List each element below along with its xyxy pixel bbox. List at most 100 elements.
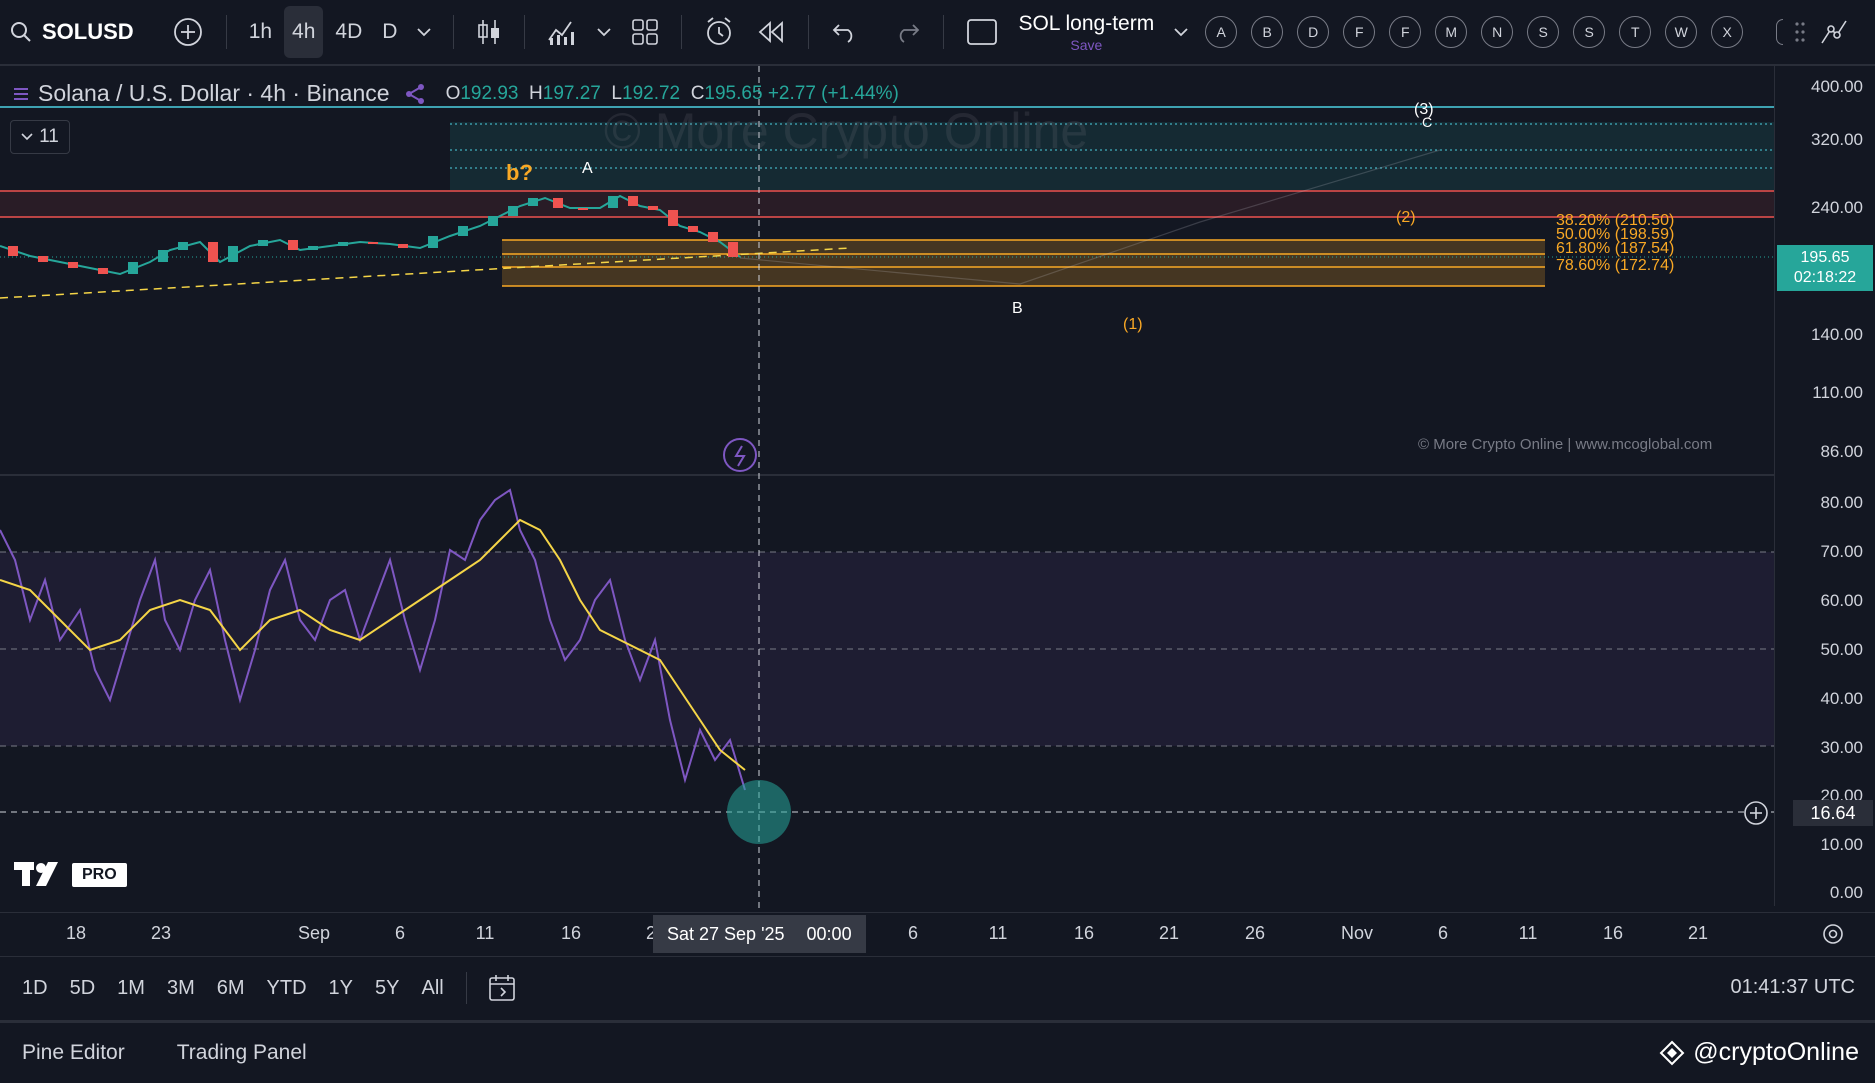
wave-label-b-question[interactable]: b? <box>506 160 533 186</box>
chevron-down-icon <box>417 27 432 37</box>
quick-letter-s-8[interactable]: S <box>1573 16 1606 48</box>
quick-letter-d-2[interactable]: D <box>1297 16 1330 48</box>
drag-handle-icon[interactable] <box>1795 20 1805 44</box>
candle-27 <box>708 232 718 242</box>
candle-21 <box>578 208 588 210</box>
tab-pine-editor[interactable]: Pine Editor <box>22 1041 125 1065</box>
redo-button[interactable] <box>885 6 929 58</box>
range-1y[interactable]: 1Y <box>329 977 353 1000</box>
range-all[interactable]: All <box>421 977 443 1000</box>
price-scale[interactable]: 400.00 320.00 240.00 140.00 110.00 86.00… <box>1774 66 1875 906</box>
time-tick: Nov <box>1340 923 1374 943</box>
candle-23 <box>628 196 638 206</box>
candle-22 <box>608 196 618 208</box>
quick-letter-b-1[interactable]: B <box>1251 16 1284 48</box>
candle-5 <box>158 250 168 262</box>
chart-canvas[interactable] <box>0 66 1875 954</box>
rsi-tick: 80.00 <box>1820 493 1863 512</box>
range-5y[interactable]: 5Y <box>375 977 399 1000</box>
quick-letter-x-11[interactable]: X <box>1711 16 1744 48</box>
indicators-collapse-button[interactable]: 11 <box>10 120 70 154</box>
quick-letter-s-7[interactable]: S <box>1527 16 1560 48</box>
interval-4h[interactable]: 4h <box>284 6 324 58</box>
indicators-count: 11 <box>39 126 59 147</box>
layout-name-button[interactable]: SOL long-term Save <box>1008 13 1164 52</box>
settings-gear-icon[interactable] <box>1821 922 1845 946</box>
quick-letter-w-10[interactable]: W <box>1665 16 1698 48</box>
quick-letter-buttons: ABDFFMNSSTWX <box>1198 16 1750 48</box>
fullscreen-toggle[interactable] <box>958 6 1006 58</box>
high-label: H <box>523 82 543 104</box>
price-tick: 110.00 <box>1812 383 1863 402</box>
add-alert-plus-icon[interactable] <box>1743 800 1769 826</box>
time-tick: 6 <box>1437 923 1449 943</box>
date-range-bar: 1D 5D 1M 3M 6M YTD 1Y 5Y All 01:41:37 UT… <box>0 956 1875 1019</box>
quick-letter-m-5[interactable]: M <box>1435 16 1468 48</box>
interval-d[interactable]: D <box>374 6 405 58</box>
more-tools-edge[interactable] <box>1776 19 1784 45</box>
quick-letter-f-3[interactable]: F <box>1343 16 1376 48</box>
crosshair-value-tag: 16.64 <box>1793 800 1873 826</box>
quick-letter-n-6[interactable]: N <box>1481 16 1514 48</box>
range-6m[interactable]: 6M <box>217 977 245 1000</box>
time-axis[interactable]: 18 23 Sep 6 11 16 2 Sat 27 Sep '25 00:00… <box>0 912 1875 957</box>
range-3m[interactable]: 3M <box>167 977 195 1000</box>
interval-1h[interactable]: 1h <box>241 6 280 58</box>
channel-credit: @cryptoOnline <box>1659 1038 1859 1067</box>
quick-letter-t-9[interactable]: T <box>1619 16 1652 48</box>
undo-button[interactable] <box>823 6 867 58</box>
range-1d[interactable]: 1D <box>22 977 48 1000</box>
range-ytd[interactable]: YTD <box>267 977 307 1000</box>
candle-15 <box>428 236 438 248</box>
divider <box>943 15 945 49</box>
price-tick: 86.00 <box>1820 442 1863 461</box>
rsi-tick: 10.00 <box>1820 835 1863 854</box>
time-tick: 26 <box>1244 923 1266 943</box>
time-tick: 6 <box>394 923 406 943</box>
share-icon[interactable] <box>404 83 426 105</box>
symbol-search[interactable]: SOLUSD <box>2 6 142 58</box>
compare-button[interactable] <box>164 6 212 58</box>
time-tick: 6 <box>907 923 919 943</box>
rsi-tick: 50.00 <box>1820 640 1863 659</box>
indicators-button[interactable] <box>539 6 585 58</box>
divider <box>524 15 526 49</box>
interval-4d[interactable]: 4D <box>327 6 370 58</box>
series-menu-icon[interactable] <box>14 86 28 102</box>
wave-label-c[interactable]: C <box>1422 114 1432 130</box>
layout-grid-button[interactable] <box>623 6 667 58</box>
go-to-date-calendar-icon[interactable] <box>487 973 517 1003</box>
replay-button[interactable] <box>748 6 794 58</box>
time-tick: 16 <box>560 923 582 943</box>
candle-7 <box>208 242 218 262</box>
interval-dropdown[interactable] <box>409 6 439 58</box>
tab-trading-panel[interactable]: Trading Panel <box>177 1041 307 1065</box>
low-value: 192.72 <box>622 82 681 104</box>
cursor-date: Sat 27 Sep '25 <box>667 923 785 944</box>
time-tick: 16 <box>1073 923 1095 943</box>
wave-label-b[interactable]: B <box>1012 300 1023 318</box>
wave-label-2[interactable]: (2) <box>1396 209 1416 227</box>
wave-label-a[interactable]: A <box>582 160 593 178</box>
candle-14 <box>398 244 408 248</box>
quick-letter-f-4[interactable]: F <box>1389 16 1422 48</box>
wave-label-1[interactable]: (1) <box>1123 316 1143 334</box>
candle-16 <box>458 226 468 236</box>
range-5d[interactable]: 5D <box>70 977 96 1000</box>
indicators-dropdown[interactable] <box>589 6 619 58</box>
alert-button[interactable] <box>696 6 744 58</box>
divider <box>453 15 455 49</box>
layout-dropdown[interactable] <box>1166 6 1196 58</box>
tradingview-logo[interactable]: PRO <box>14 862 127 888</box>
chevron-down-icon <box>21 133 33 141</box>
drawing-tool-icon[interactable] <box>1819 17 1849 47</box>
utc-clock[interactable]: 01:41:37 UTC <box>1730 976 1855 999</box>
bar-countdown: 02:18:22 <box>1793 269 1857 286</box>
quick-letter-a-0[interactable]: A <box>1205 16 1238 48</box>
last-price: 195.65 <box>1800 249 1850 266</box>
range-1m[interactable]: 1M <box>117 977 145 1000</box>
candle-10 <box>288 240 298 250</box>
fib-box <box>502 240 1545 286</box>
chart-type-button[interactable] <box>468 6 510 58</box>
series-title[interactable]: Solana / U.S. Dollar · 4h · Binance <box>38 80 390 107</box>
